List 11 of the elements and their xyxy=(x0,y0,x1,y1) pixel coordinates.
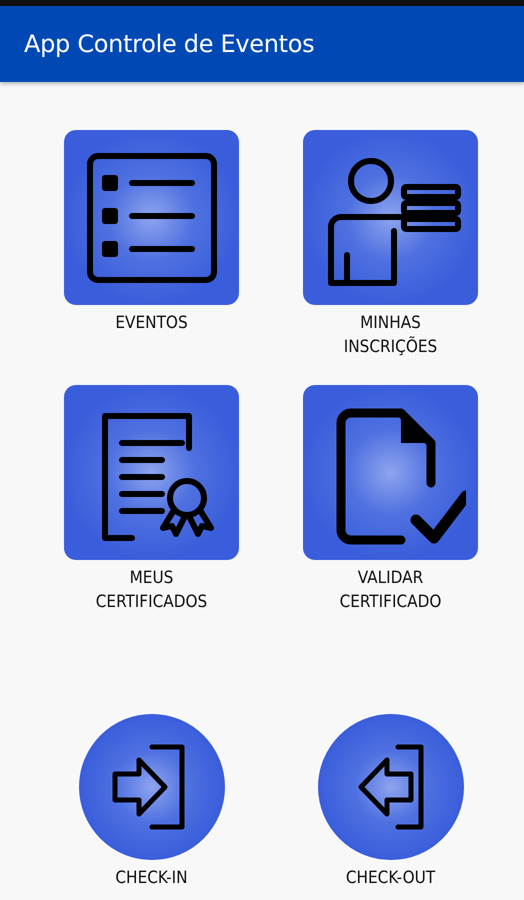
menu-tile[interactable] xyxy=(303,130,478,305)
menu-label: VALIDAR CERTIFICADO xyxy=(340,567,442,614)
menu-tile[interactable] xyxy=(303,385,478,560)
menu-label: MEUS CERTIFICADOS xyxy=(96,567,208,614)
menu-label: MINHAS INSCRIÇÕES xyxy=(344,312,438,359)
menu-label: CHECK-IN xyxy=(115,867,188,890)
menu-tile[interactable] xyxy=(64,385,239,560)
app-title: App Controle de Eventos xyxy=(24,30,314,58)
menu-label: CHECK-OUT xyxy=(346,867,436,890)
menu-tile[interactable] xyxy=(64,130,239,305)
menu-label: EVENTOS xyxy=(115,312,188,335)
